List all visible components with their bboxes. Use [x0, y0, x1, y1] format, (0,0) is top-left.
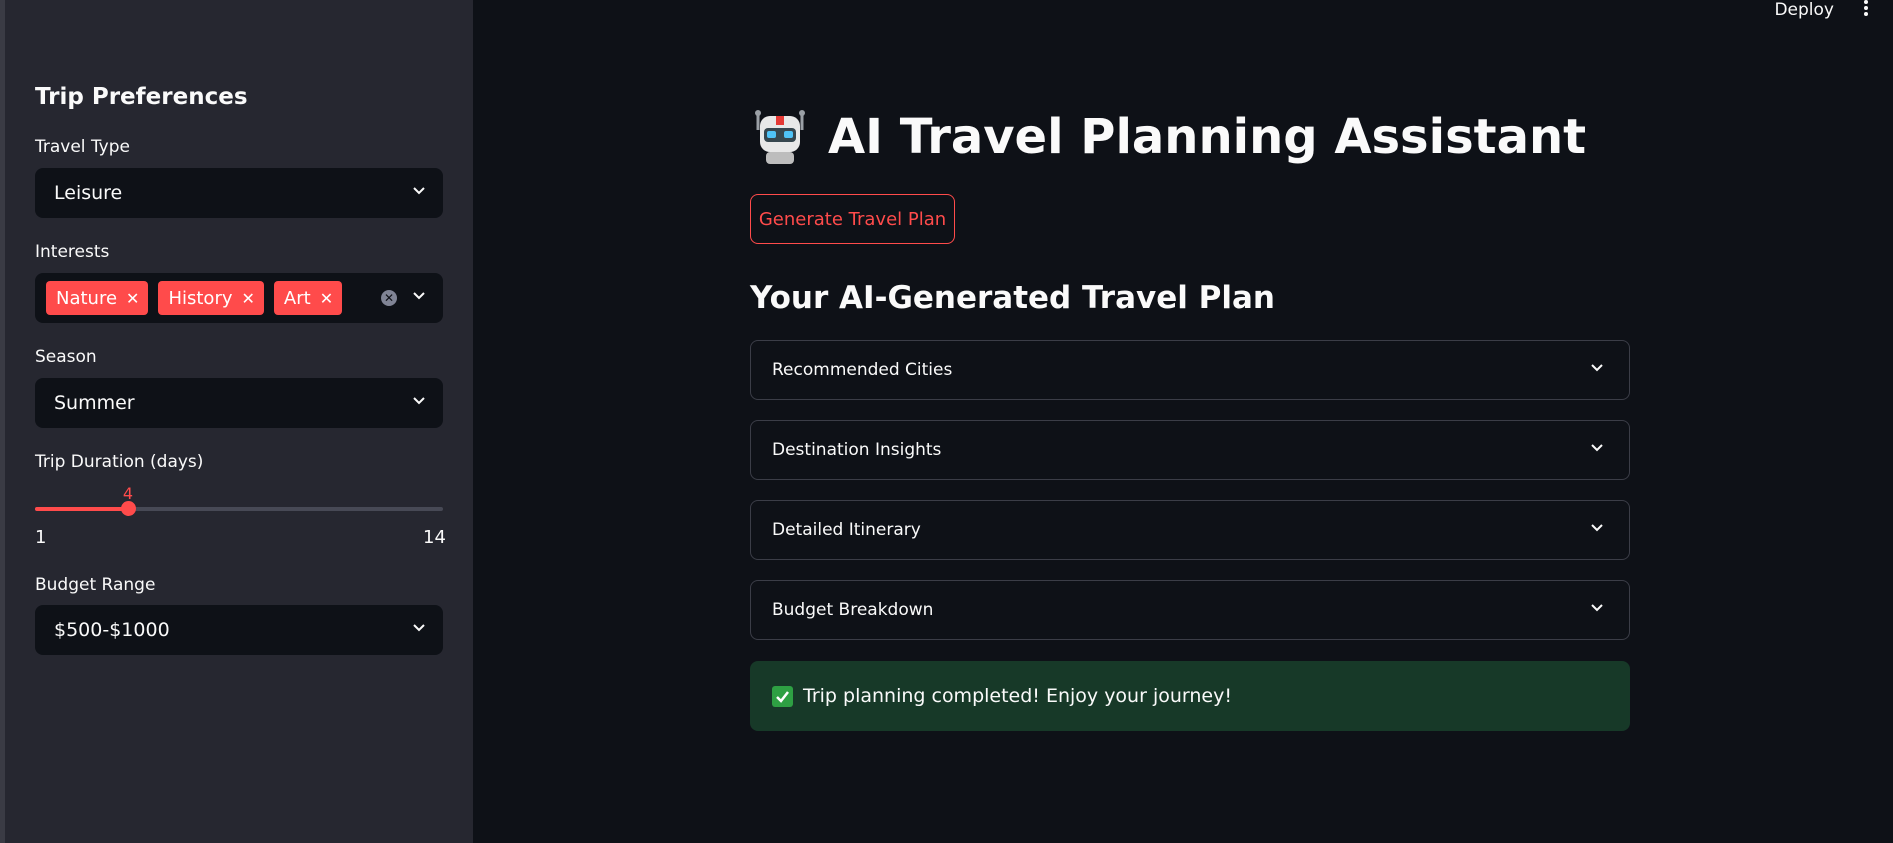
page-title: AI Travel Planning Assistant: [750, 108, 1586, 166]
success-message: Trip planning completed! Enjoy your jour…: [803, 685, 1232, 707]
chevron-down-icon: [1591, 604, 1603, 616]
expander-label: Recommended Cities: [772, 360, 953, 380]
chevron-down-icon: [413, 397, 425, 409]
clear-all-icon[interactable]: ✕: [381, 290, 397, 306]
expander-recommended-cities[interactable]: Recommended Cities: [750, 340, 1630, 400]
slider-min-label: 1: [35, 527, 47, 548]
success-alert: Trip planning completed! Enjoy your jour…: [750, 661, 1630, 731]
chevron-down-icon: [1591, 524, 1603, 536]
page-title-text: AI Travel Planning Assistant: [828, 109, 1587, 165]
season-value: Summer: [54, 392, 135, 414]
travel-type-value: Leisure: [54, 182, 123, 204]
chevron-down-icon: [1591, 444, 1603, 456]
chevron-down-icon: [413, 187, 425, 199]
expander-label: Detailed Itinerary: [772, 520, 921, 540]
duration-slider[interactable]: 4: [35, 484, 443, 516]
budget-value: $500-$1000: [54, 619, 170, 641]
season-select[interactable]: Summer: [35, 378, 443, 428]
remove-tag-icon[interactable]: ✕: [242, 289, 255, 308]
interest-tag: Nature ✕: [46, 281, 149, 315]
interests-multiselect[interactable]: Nature ✕ History ✕ Art ✕ ✕: [35, 273, 443, 323]
budget-label: Budget Range: [35, 575, 156, 595]
remove-tag-icon[interactable]: ✕: [126, 289, 139, 308]
interest-tag-label: History: [168, 287, 233, 309]
remove-tag-icon[interactable]: ✕: [320, 289, 333, 308]
travel-type-select[interactable]: Leisure: [35, 168, 443, 218]
interest-tag-label: Art: [283, 287, 311, 309]
slider-thumb[interactable]: [121, 501, 136, 516]
deploy-button[interactable]: Deploy: [1774, 0, 1834, 20]
duration-label: Trip Duration (days): [35, 452, 204, 472]
expander-detailed-itinerary[interactable]: Detailed Itinerary: [750, 500, 1630, 560]
slider-value: 4: [122, 484, 134, 503]
slider-fill: [35, 507, 128, 511]
check-mark-icon: [772, 685, 793, 707]
chevron-down-icon: [413, 624, 425, 636]
expander-budget-breakdown[interactable]: Budget Breakdown: [750, 580, 1630, 640]
expander-label: Destination Insights: [772, 440, 942, 460]
season-label: Season: [35, 347, 97, 367]
interest-tag: History ✕: [158, 281, 264, 315]
sidebar: Trip Preferences Travel Type Leisure Int…: [0, 0, 473, 843]
sidebar-title: Trip Preferences: [35, 84, 248, 110]
budget-select[interactable]: $500-$1000: [35, 605, 443, 655]
interest-tag: Art ✕: [273, 281, 343, 315]
generate-travel-plan-button[interactable]: Generate Travel Plan: [750, 194, 955, 244]
chevron-down-icon: [1591, 364, 1603, 376]
kebab-menu-icon[interactable]: [1863, 0, 1869, 18]
chevron-down-icon[interactable]: [413, 292, 425, 304]
section-title: Your AI-Generated Travel Plan: [750, 280, 1275, 316]
expander-label: Budget Breakdown: [772, 600, 934, 620]
interests-label: Interests: [35, 242, 110, 262]
slider-max-label: 14: [423, 527, 446, 548]
travel-type-label: Travel Type: [35, 137, 130, 157]
interest-tag-label: Nature: [56, 287, 118, 309]
expander-destination-insights[interactable]: Destination Insights: [750, 420, 1630, 480]
robot-icon: [750, 108, 810, 166]
